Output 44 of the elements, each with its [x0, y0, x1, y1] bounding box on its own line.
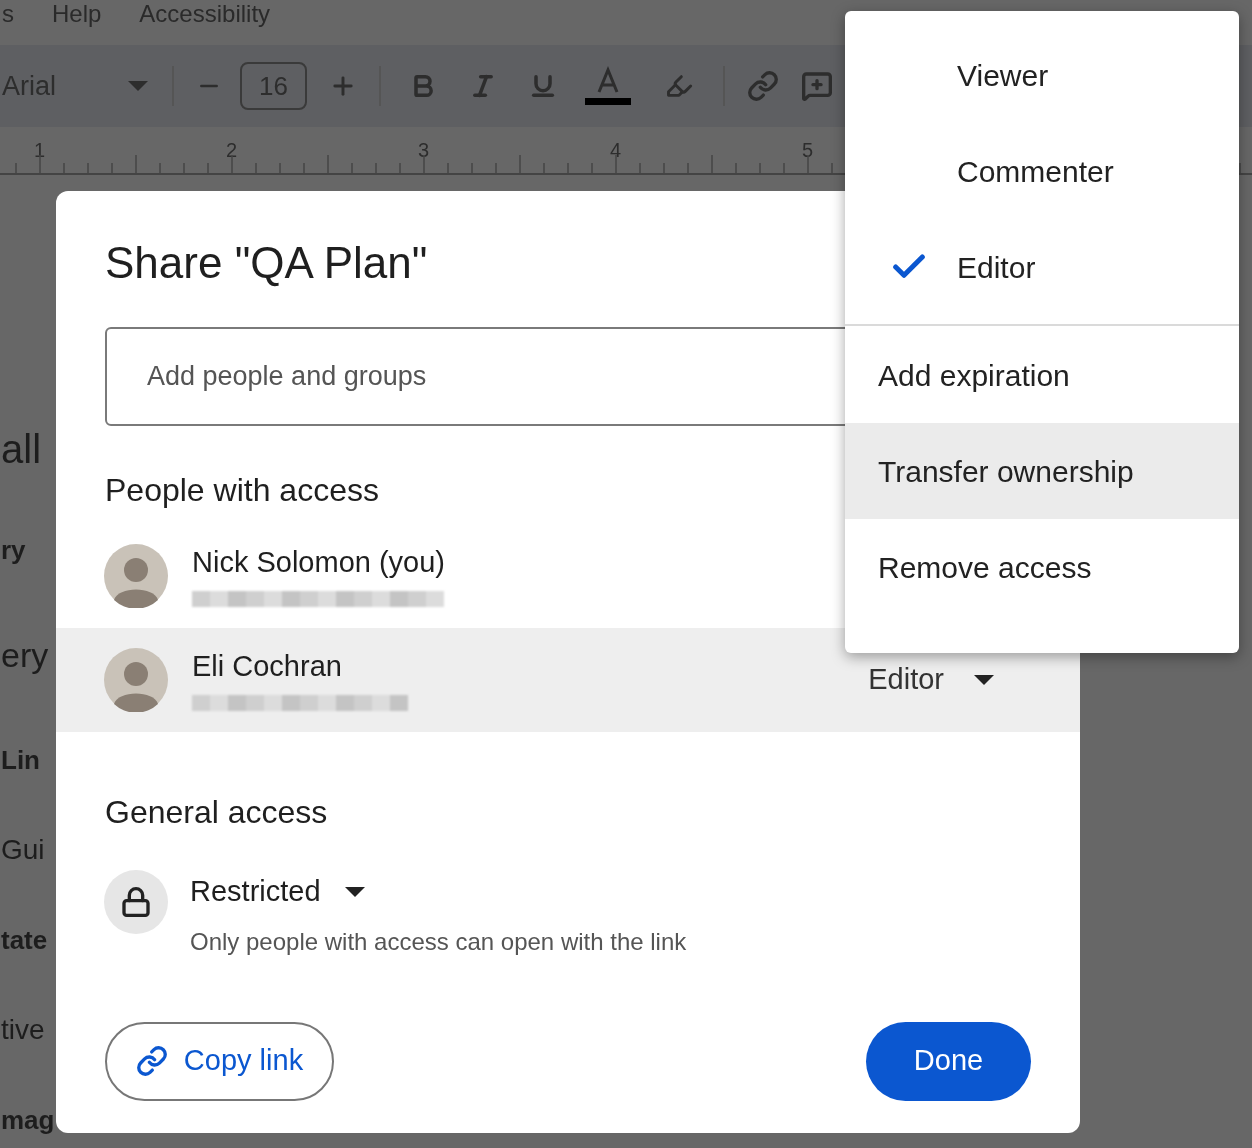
text-color-icon[interactable]: [585, 66, 631, 106]
document-text: tive: [1, 1013, 45, 1047]
document-text: Gui: [1, 833, 45, 867]
underline-icon[interactable]: [529, 72, 557, 100]
document-text: tate: [1, 923, 48, 957]
ruler-number: 1: [34, 138, 47, 163]
avatar: [104, 544, 168, 608]
ruler-number: 3: [418, 138, 431, 163]
add-comment-icon[interactable]: [801, 70, 833, 102]
caret-icon: [128, 81, 148, 91]
caret-icon: [344, 886, 365, 897]
document-text: mag: [1, 1103, 55, 1137]
document-text: Lin: [1, 743, 40, 777]
dialog-title: Share "QA Plan": [105, 241, 428, 285]
access-dropdown[interactable]: Restricted: [190, 870, 687, 914]
menu-item[interactable]: Commenter: [845, 123, 1239, 219]
lock-icon: [120, 886, 152, 918]
menu-item[interactable]: Editor: [845, 219, 1239, 315]
document-text: all: [1, 426, 42, 473]
menu-item-label: Viewer: [957, 57, 1049, 94]
person-name: Nick Solomon (you): [192, 545, 446, 581]
link-icon: [135, 1045, 168, 1077]
ruler-number: 4: [610, 138, 623, 163]
done-button[interactable]: Done: [866, 1021, 1031, 1101]
link-icon[interactable]: [747, 70, 779, 102]
role-dropdown[interactable]: Editor: [868, 658, 994, 702]
person-name: Eli Cochran: [192, 649, 342, 685]
menu-item[interactable]: Add expiration: [845, 327, 1239, 423]
access-description: Only people with access can open with the link: [190, 926, 687, 957]
highlighter-icon[interactable]: [665, 72, 693, 100]
menu-item[interactable]: Transfer ownership: [845, 423, 1239, 519]
section-heading: People with access: [105, 471, 379, 510]
ruler-number: 5: [802, 138, 815, 163]
section-heading: General access: [105, 793, 328, 832]
menu-item-label: Editor: [957, 249, 1036, 286]
document-text: ery: [1, 634, 49, 676]
menu-item-label: Commenter: [957, 153, 1114, 190]
copy-link-button[interactable]: Copy link: [105, 1021, 334, 1101]
menu-item[interactable]: Viewer: [845, 27, 1239, 123]
avatar: [104, 648, 168, 712]
caret-icon: [974, 675, 994, 685]
ruler-number: 2: [226, 138, 239, 163]
document-text: ry: [1, 533, 26, 567]
menu-item[interactable]: Remove access: [845, 519, 1239, 615]
